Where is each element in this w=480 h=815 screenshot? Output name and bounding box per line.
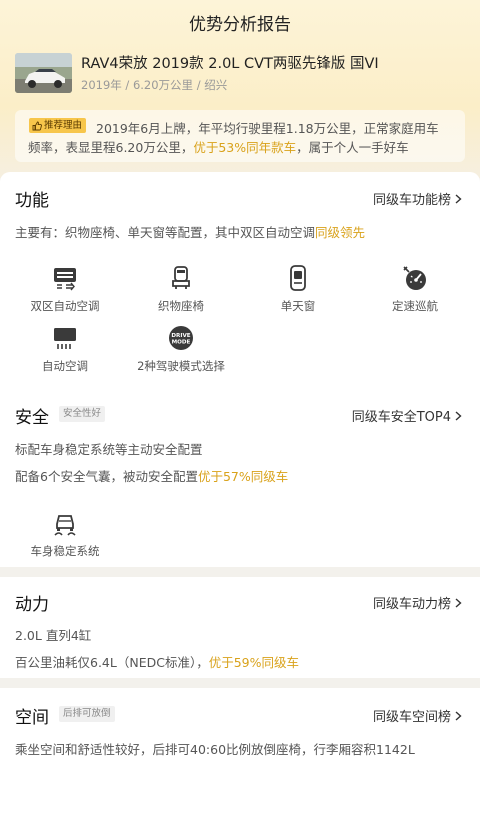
sunroof-icon	[290, 265, 306, 291]
function-description-highlight: 同级领先	[315, 225, 366, 240]
function-ranking-link[interactable]: 同级车功能榜	[373, 189, 462, 208]
dual-zone-ac-icon	[54, 268, 76, 291]
chevron-right-icon	[455, 710, 462, 721]
chevron-right-icon	[455, 410, 462, 421]
safety-line-2: 配备6个安全气囊，被动安全配置优于57%同级车	[15, 466, 288, 485]
thumbs-up-icon	[32, 121, 42, 130]
safety-line-2-text: 配备6个安全气囊，被动安全配置	[15, 469, 198, 484]
feature-label: 单天窗	[280, 299, 316, 313]
function-section-title: 功能	[15, 191, 49, 211]
safety-ranking-link[interactable]: 同级车安全TOP4	[352, 406, 462, 425]
feature-cruise-control[interactable]: 定速巡航	[360, 265, 470, 314]
safety-line-1: 标配车身稳定系统等主动安全配置	[15, 442, 203, 457]
space-line-1: 乘坐空间和舒适性较好，后排可40:60比例放倒座椅，行李厢容积1142L	[15, 742, 415, 757]
page-title: 优势分析报告	[189, 15, 291, 35]
feature-auto-ac[interactable]: 自动空调	[10, 325, 120, 374]
feature-stability-control[interactable]: 车身稳定系统	[10, 510, 120, 559]
feature-label: 定速巡航	[392, 299, 438, 313]
function-ranking-label: 同级车功能榜	[372, 193, 451, 208]
function-description: 主要有：织物座椅、单天窗等配置，其中双区自动空调同级领先	[15, 222, 365, 241]
feature-dual-zone-ac[interactable]: 双区自动空调	[10, 265, 120, 314]
feature-fabric-seat[interactable]: 织物座椅	[126, 265, 236, 314]
recommend-reason-text: 频率，表显里程6.20万公里，	[28, 140, 194, 155]
chevron-right-icon	[455, 193, 462, 204]
stability-control-icon	[54, 515, 76, 536]
feature-sunroof[interactable]: 单天窗	[243, 265, 353, 314]
space-ranking-label: 同级车空间榜	[372, 710, 451, 725]
space-ranking-link[interactable]: 同级车空间榜	[373, 706, 462, 725]
svg-text:DRIVE: DRIVE	[171, 333, 190, 339]
drive-mode-icon: DRIVE MODE	[169, 326, 193, 350]
feature-label: 织物座椅	[158, 299, 204, 313]
power-line-2: 百公里油耗仅6.4L（NEDC标准），优于59%同级车	[15, 652, 299, 671]
power-line-1: 2.0L 直列4缸	[15, 628, 92, 643]
seat-icon	[172, 266, 190, 289]
safety-ranking-label: 同级车安全TOP4	[351, 410, 451, 425]
feature-drive-mode[interactable]: DRIVE MODE 2种驾驶模式选择	[126, 325, 236, 374]
car-thumbnail[interactable]	[15, 53, 72, 93]
auto-ac-icon	[54, 328, 76, 349]
cruise-control-icon	[403, 266, 426, 290]
safety-section-title: 安全	[15, 408, 49, 428]
safety-line-2-highlight: 优于57%同级车	[197, 469, 289, 484]
car-meta: 2019年 / 6.20万公里 / 绍兴	[81, 78, 228, 92]
feature-label: 2种驾驶模式选择	[137, 359, 225, 373]
power-ranking-label: 同级车动力榜	[372, 597, 451, 612]
feature-label: 车身稳定系统	[30, 544, 100, 558]
power-section-title: 动力	[15, 595, 49, 615]
recommend-reason-badge: 推荐理由	[29, 118, 87, 133]
power-line-2-text: 百公里油耗仅6.4L（NEDC标准），	[15, 655, 209, 670]
feature-label: 双区自动空调	[30, 299, 100, 313]
recommend-reason-highlight: 优于53%同年款车	[193, 140, 297, 155]
recommend-reason-label: 推荐理由	[44, 120, 83, 131]
recommend-reason-line2: 频率，表显里程6.20万公里，优于53%同年款车，属于个人一手好车	[28, 137, 409, 156]
svg-text:MODE: MODE	[172, 340, 191, 346]
power-ranking-link[interactable]: 同级车动力榜	[373, 593, 462, 612]
car-title: RAV4荣放 2019款 2.0L CVT两驱先锋版 国VI	[81, 56, 379, 72]
power-line-2-highlight: 优于59%同级车	[208, 655, 299, 670]
chevron-right-icon	[455, 597, 462, 608]
feature-label: 自动空调	[42, 359, 88, 373]
recommend-reason-line1: 2019年6月上牌，年平均行驶里程1.18万公里，正常家庭用车	[96, 121, 439, 136]
recommend-reason-text-end: ，属于个人一手好车	[296, 140, 409, 155]
space-section-title: 空间	[15, 708, 49, 728]
space-tag: 后排可放倒	[59, 706, 115, 722]
function-description-text: 主要有：织物座椅、单天窗等配置，其中双区自动空调	[15, 225, 316, 240]
safety-tag: 安全性好	[59, 406, 106, 422]
